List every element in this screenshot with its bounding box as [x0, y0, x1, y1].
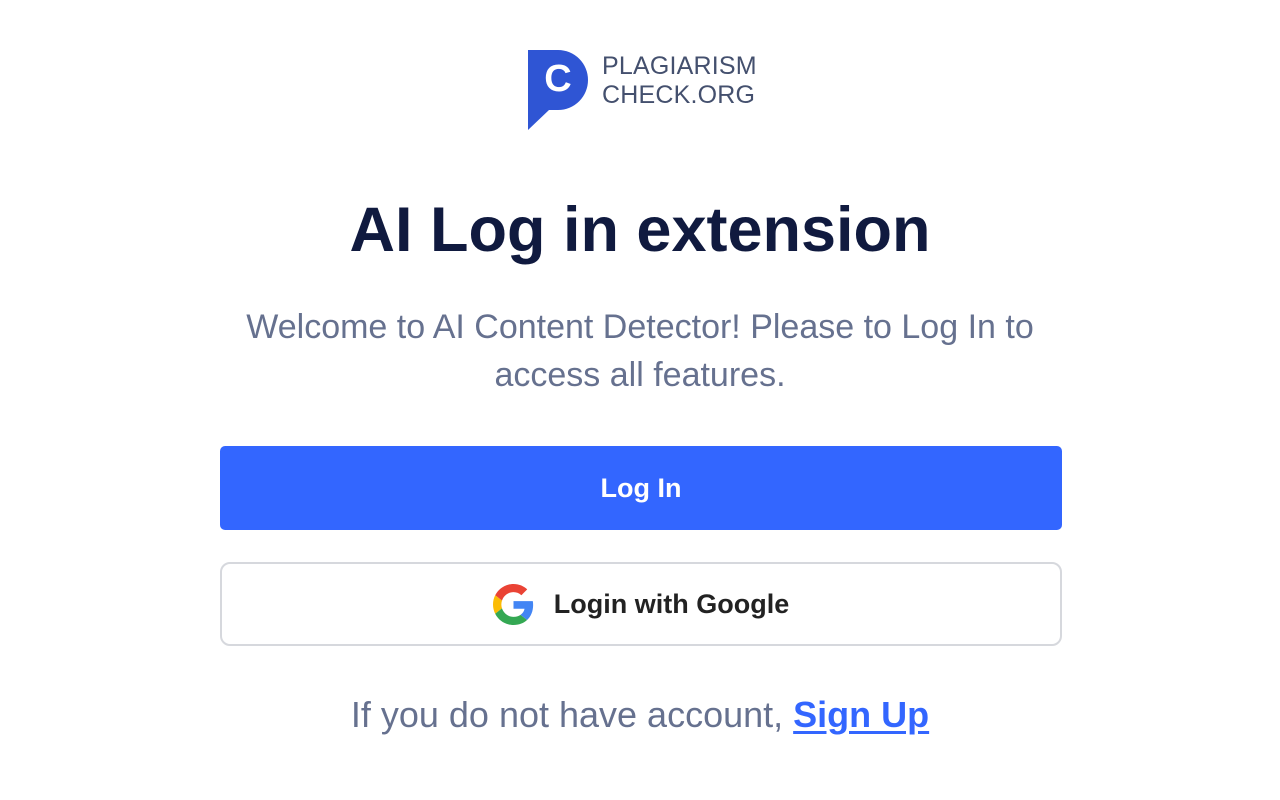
signup-prompt-text: If you do not have account,	[350, 694, 794, 735]
login-page: C PLAGIARISM CHECK.ORG AI Log in extensi…	[0, 0, 1280, 800]
brand-logo[interactable]: C PLAGIARISM CHECK.ORG	[527, 49, 757, 131]
google-g-icon	[492, 583, 533, 625]
google-login-label: Login with Google	[553, 588, 790, 619]
brand-line-2: CHECK.ORG	[602, 81, 756, 109]
login-button[interactable]: Log In	[220, 446, 1062, 530]
brand-wordmark: PLAGIARISM CHECK.ORG	[602, 52, 757, 110]
google-login-button[interactable]: Login with Google	[220, 562, 1062, 646]
page-subtitle: Welcome to AI Content Detector! Please t…	[246, 308, 1034, 394]
brand-line-1: PLAGIARISM	[602, 52, 757, 80]
page-title: AI Log in extension	[349, 195, 931, 265]
svg-text:C: C	[544, 58, 571, 100]
logo-mark-icon: C	[528, 50, 588, 130]
signup-prompt: If you do not have account, Sign Up	[0, 692, 1280, 738]
signup-link[interactable]: Sign Up	[793, 694, 929, 735]
